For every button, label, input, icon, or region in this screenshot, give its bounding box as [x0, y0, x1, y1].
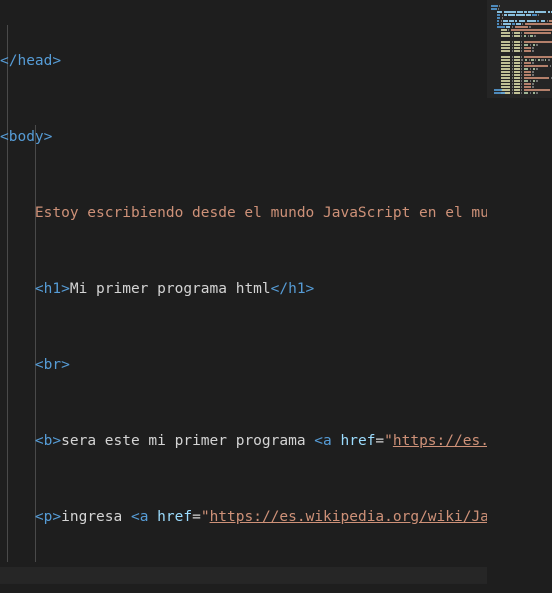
code-content[interactable]: </head> <body> Estoy escribiendo desde e… [0, 0, 487, 566]
code-viewport[interactable]: </head> <body> Estoy escribiendo desde e… [0, 0, 487, 566]
code-line[interactable]: <h1>Mi primer programa html</h1> [0, 280, 487, 299]
token-text: Estoy escribiendo desde el mundo JavaScr… [34, 205, 487, 221]
token-text: Mi primer programa html [69, 281, 271, 297]
token-text: sera este mi primer programa [61, 433, 306, 449]
horizontal-scrollbar-thumb[interactable] [0, 567, 487, 583]
code-line[interactable]: <b>sera este mi primer programa <a href=… [0, 432, 487, 451]
code-line[interactable]: <body> [0, 128, 487, 147]
minimap[interactable] [487, 0, 552, 593]
code-line[interactable]: </head> [0, 52, 487, 71]
editor-bottom-strip [0, 583, 487, 593]
code-line[interactable]: <br> [0, 356, 487, 375]
code-line[interactable]: Estoy escribiendo desde el mundo JavaScr… [0, 204, 487, 223]
token-url[interactable]: https://es.wikipedia.org/wiki/JavaScript [210, 509, 487, 525]
minimap-line [494, 91, 507, 94]
code-line[interactable]: <p>ingresa <a href="https://es.wikipedia… [0, 508, 487, 527]
code-editor[interactable]: </head> <body> Estoy escribiendo desde e… [0, 0, 552, 593]
token-text: ingresa [61, 509, 123, 525]
horizontal-scrollbar-track[interactable] [0, 567, 487, 583]
minimap-content [491, 4, 552, 94]
minimap-trailing-block [494, 88, 507, 94]
token-url[interactable]: https://es.wikipedia.org/ [393, 433, 487, 449]
